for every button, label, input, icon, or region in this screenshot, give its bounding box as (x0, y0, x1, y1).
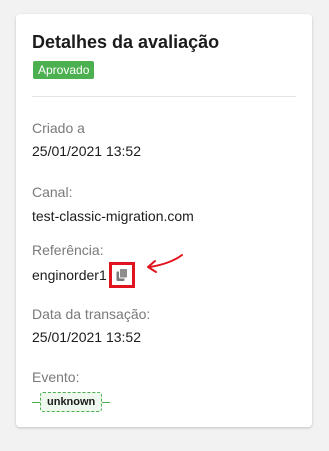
divider (32, 96, 296, 97)
card-title: Detalhes da avaliação (32, 32, 220, 52)
created-label: Criado a (32, 120, 85, 136)
event-badge-right-line (102, 401, 111, 403)
reference-label: Referência: (32, 242, 104, 258)
copy-reference-button[interactable] (108, 262, 135, 288)
copy-icon (116, 268, 128, 281)
event-badge-left-line (32, 401, 40, 403)
transaction-date-value: 25/01/2021 13:52 (32, 329, 141, 345)
channel-value: test-classic-migration.com (32, 208, 194, 224)
event-value: unknown (40, 392, 103, 412)
red-arrow-annotation (147, 254, 183, 273)
event-badge: unknown (32, 392, 111, 412)
status-badge: Aprovado (33, 61, 95, 79)
reference-value: enginorder1 (32, 267, 107, 283)
event-label: Evento: (32, 369, 80, 385)
review-details-card: Detalhes da avaliação Aprovado Criado a … (16, 14, 312, 427)
reference-row: enginorder1 (32, 262, 135, 288)
channel-label: Canal: (32, 184, 73, 200)
created-value: 25/01/2021 13:52 (32, 143, 141, 159)
transaction-date-label: Data da transação: (32, 306, 151, 322)
